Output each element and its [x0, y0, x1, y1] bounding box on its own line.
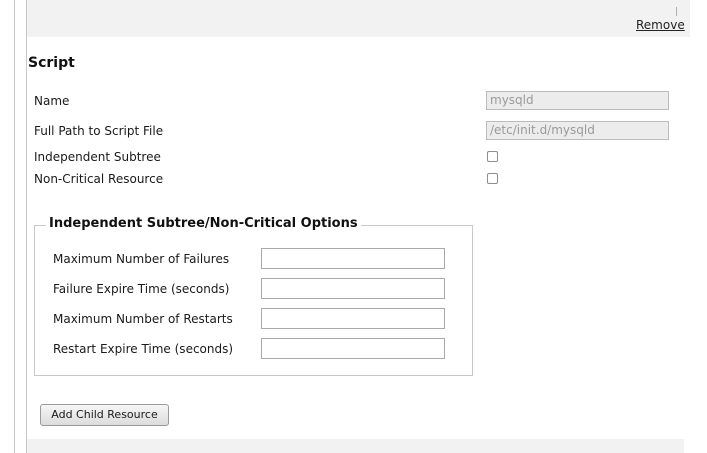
- resource-footer-strip: [27, 439, 684, 453]
- options-legend: Independent Subtree/Non-Critical Options: [46, 216, 361, 231]
- name-label: Name: [34, 94, 70, 108]
- max-failures-input[interactable]: [261, 248, 445, 269]
- failure-expire-input[interactable]: [261, 278, 445, 299]
- add-child-resource-button[interactable]: Add Child Resource: [40, 404, 169, 426]
- non-critical-resource-label: Non-Critical Resource: [34, 172, 164, 186]
- restart-expire-label: Restart Expire Time (seconds): [53, 342, 234, 356]
- independent-subtree-label: Independent Subtree: [34, 150, 161, 164]
- max-restarts-input[interactable]: [261, 308, 445, 329]
- header-divider: [676, 7, 677, 16]
- tree-guide-line-outer: [14, 0, 15, 453]
- section-title: Script: [28, 55, 75, 71]
- name-field[interactable]: mysqld: [486, 91, 669, 110]
- script-path-field[interactable]: /etc/init.d/mysqld: [486, 121, 669, 140]
- failure-expire-label: Failure Expire Time (seconds): [53, 282, 230, 296]
- remove-link[interactable]: Remove: [636, 18, 685, 32]
- tree-guide-line-inner: [26, 0, 27, 453]
- restart-expire-input[interactable]: [261, 338, 445, 359]
- resource-header-strip: [27, 0, 690, 37]
- max-failures-label: Maximum Number of Failures: [53, 252, 230, 266]
- independent-subtree-checkbox[interactable]: [487, 151, 498, 162]
- non-critical-resource-checkbox[interactable]: [487, 173, 498, 184]
- max-restarts-label: Maximum Number of Restarts: [53, 312, 233, 326]
- resource-form: Remove Script Name mysqld Full Path to S…: [0, 0, 707, 453]
- script-path-label: Full Path to Script File: [34, 124, 164, 138]
